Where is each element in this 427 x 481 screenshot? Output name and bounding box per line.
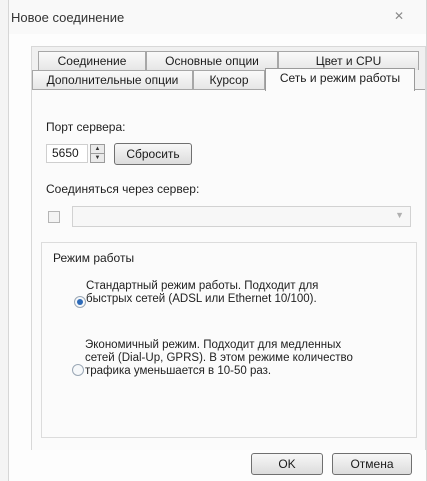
mode-group: Режим работы Стандартный режим работы. П… [41, 242, 417, 438]
tab-connection[interactable]: Соединение [38, 51, 146, 70]
port-input[interactable]: 5650 [46, 144, 88, 163]
mode-group-label: Режим работы [53, 251, 135, 265]
via-server-label: Соединяться через сервер: [46, 182, 200, 196]
chevron-down-icon: ▼ [395, 210, 404, 220]
tab-advanced-options[interactable]: Дополнительные опции [32, 70, 193, 89]
title-bar: Новое соединение ✕ [9, 0, 426, 34]
port-spinner[interactable]: ▲ ▼ [90, 144, 105, 163]
window-title: Новое соединение [11, 10, 125, 25]
ok-button[interactable]: OK [251, 453, 323, 475]
tab-cursor[interactable]: Курсор [193, 70, 265, 89]
dialog-window: Новое соединение ✕ Соединение Основные о… [8, 0, 427, 481]
standard-mode-radio[interactable] [74, 296, 86, 308]
down-arrow-icon[interactable]: ▼ [91, 154, 104, 162]
reset-button[interactable]: Сбросить [114, 143, 192, 165]
standard-mode-text[interactable]: Стандартный режим работы. Подходит для б… [86, 280, 318, 306]
tab-network-mode[interactable]: Сеть и режим работы [265, 68, 415, 91]
up-arrow-icon[interactable]: ▲ [91, 145, 104, 154]
close-button[interactable]: ✕ [388, 7, 410, 25]
cancel-button[interactable]: Отмена [332, 453, 412, 475]
economy-mode-text[interactable]: Экономичный режим. Подходит для медленны… [85, 339, 353, 378]
via-server-checkbox[interactable] [48, 211, 60, 223]
economy-mode-radio[interactable] [72, 364, 84, 376]
tab-basic-options[interactable]: Основные опции [146, 51, 278, 70]
port-label: Порт сервера: [46, 120, 126, 134]
tab-panel-network: Порт сервера: 5650 ▲ ▼ Сбросить Соединят… [32, 89, 425, 450]
server-combo[interactable]: ▼ [72, 206, 411, 227]
settings-panel: Соединение Основные опции Цвет и CPU Доп… [31, 46, 426, 450]
